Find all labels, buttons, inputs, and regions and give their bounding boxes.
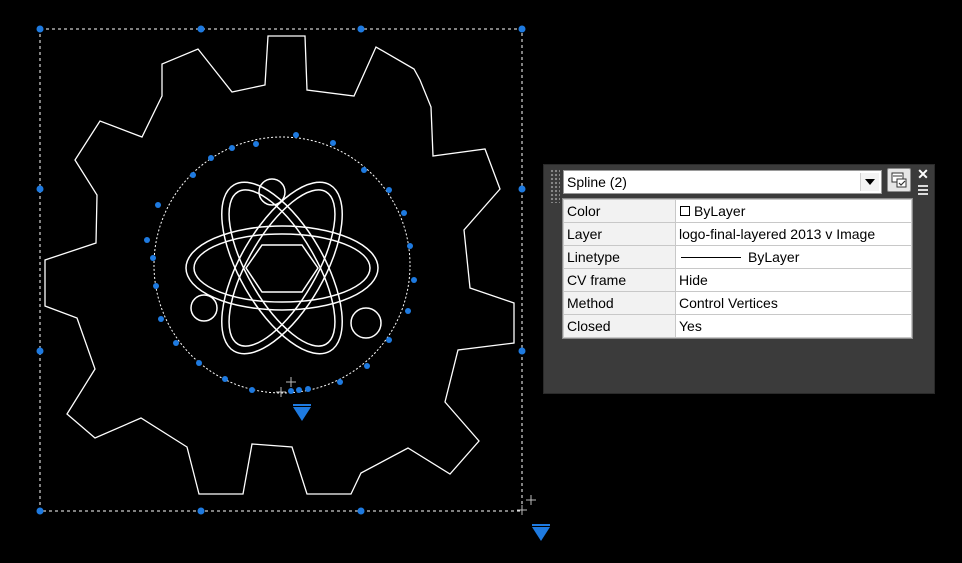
panel-menu-icon[interactable] <box>918 185 928 195</box>
table-row[interactable]: Method Control Vertices <box>563 291 912 315</box>
object-type-label: Spline (2) <box>567 174 627 190</box>
property-name: CV frame <box>563 268 676 292</box>
property-value[interactable]: ByLayer <box>675 199 912 223</box>
table-row[interactable]: Closed Yes <box>563 314 912 338</box>
atom-logo <box>185 178 382 355</box>
quick-properties-panel: Spline (2) ✕ Color ByLayer Layer logo-fi… <box>544 165 934 393</box>
property-name: Layer <box>563 222 676 246</box>
lookup-grip-icon[interactable] <box>532 524 550 541</box>
quick-select-button[interactable] <box>887 168 911 192</box>
lookup-grip-icon[interactable] <box>293 404 311 421</box>
color-swatch-icon <box>680 206 690 216</box>
quick-select-icon <box>891 172 907 188</box>
close-icon[interactable]: ✕ <box>917 167 929 181</box>
spline-control-vertex-grips[interactable] <box>144 132 417 394</box>
property-name: Color <box>563 199 676 223</box>
gear-outline <box>44 35 515 495</box>
linetype-preview-icon <box>681 257 741 258</box>
selection-bounding-box <box>39 28 523 512</box>
table-row[interactable]: Layer logo-final-layered 2013 v Image <box>563 222 912 246</box>
table-row[interactable]: CV frame Hide <box>563 268 912 292</box>
property-name: Closed <box>563 314 676 338</box>
table-row[interactable]: Color ByLayer <box>563 199 912 223</box>
property-name: Method <box>563 291 676 315</box>
bounding-box-grips[interactable] <box>36 25 526 515</box>
property-value[interactable]: ByLayer <box>675 245 912 269</box>
property-value[interactable]: Control Vertices <box>675 291 912 315</box>
object-type-dropdown[interactable]: Spline (2) <box>563 170 882 194</box>
properties-table: Color ByLayer Layer logo-final-layered 2… <box>563 199 912 338</box>
property-value[interactable]: Yes <box>675 314 912 338</box>
property-value[interactable]: logo-final-layered 2013 v Image <box>675 222 912 246</box>
panel-grip-handle[interactable] <box>550 169 560 203</box>
property-value-text: ByLayer <box>748 249 800 265</box>
property-value[interactable]: Hide <box>675 268 912 292</box>
chevron-down-icon[interactable] <box>860 173 879 191</box>
table-row[interactable]: Linetype ByLayer <box>563 245 912 269</box>
property-name: Linetype <box>563 245 676 269</box>
property-value-text: ByLayer <box>694 203 746 219</box>
